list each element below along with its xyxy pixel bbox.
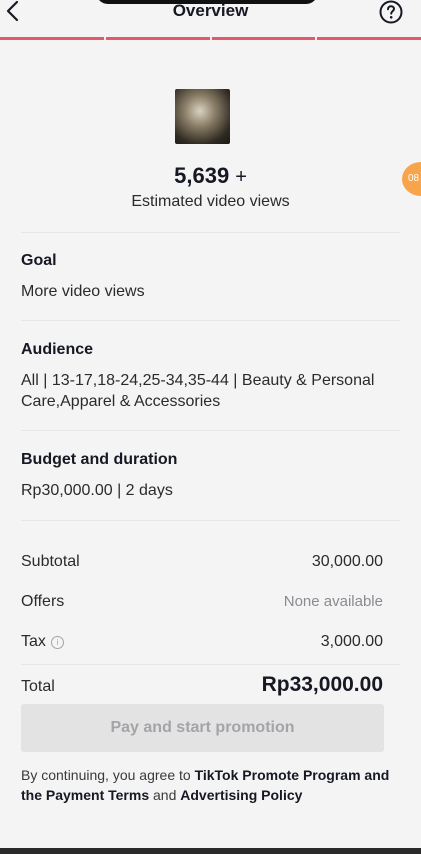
offers-value: None available: [283, 593, 383, 610]
total-label: Total: [21, 678, 55, 695]
divider: [21, 320, 400, 321]
tax-value: 3,000.00: [320, 633, 383, 650]
budget-value: Rp30,000.00 | 2 days: [21, 482, 173, 499]
goal-value: More video views: [21, 283, 145, 300]
question-circle-icon[interactable]: [379, 0, 403, 24]
terms-text: By continuing, you agree to TikTok Promo…: [21, 765, 391, 805]
offers-label: Offers: [21, 593, 65, 610]
progress-segment: [0, 37, 104, 40]
step-progress-bar: [0, 37, 421, 40]
page-title: Overview: [172, 1, 249, 20]
audience-value: All | 13-17,18-24,25-34,35-44 | Beauty &…: [21, 372, 375, 410]
subtotal-label: Subtotal: [21, 553, 80, 570]
video-thumbnail[interactable]: [175, 89, 230, 144]
divider: [21, 664, 400, 665]
subtotal-row: Subtotal 30,000.00: [21, 553, 383, 571]
views-label: Estimated video views: [131, 193, 290, 210]
audience-title: Audience: [21, 341, 94, 358]
offers-row: Offers None available: [21, 593, 383, 611]
terms-joiner: and: [153, 787, 177, 803]
tax-label-group: Tax i: [21, 633, 64, 651]
views-number: 5,639: [174, 163, 230, 188]
total-row: Total Rp33,000.00: [21, 673, 383, 697]
progress-segment: [105, 37, 210, 40]
terms-prefix: By continuing, you agree to: [21, 767, 191, 783]
progress-segment: [211, 37, 316, 40]
bottom-edge: [0, 848, 421, 854]
total-value: Rp33,000.00: [261, 673, 383, 696]
tax-label: Tax: [21, 633, 46, 650]
tax-row: Tax i 3,000.00: [21, 633, 383, 651]
goal-title: Goal: [21, 252, 57, 269]
views-plus: +: [235, 166, 247, 188]
estimated-views: 5,639 +: [0, 163, 421, 189]
pay-and-start-promotion-button[interactable]: Pay and start promotion: [21, 704, 384, 752]
info-icon[interactable]: i: [50, 636, 64, 649]
divider: [21, 430, 400, 431]
progress-segment: [317, 37, 421, 40]
divider: [21, 232, 400, 233]
divider: [21, 520, 400, 521]
header: Overview: [0, 0, 421, 40]
budget-title: Budget and duration: [21, 451, 178, 468]
subtotal-value: 30,000.00: [311, 553, 383, 570]
advertising-policy-link[interactable]: Advertising Policy: [180, 787, 302, 803]
